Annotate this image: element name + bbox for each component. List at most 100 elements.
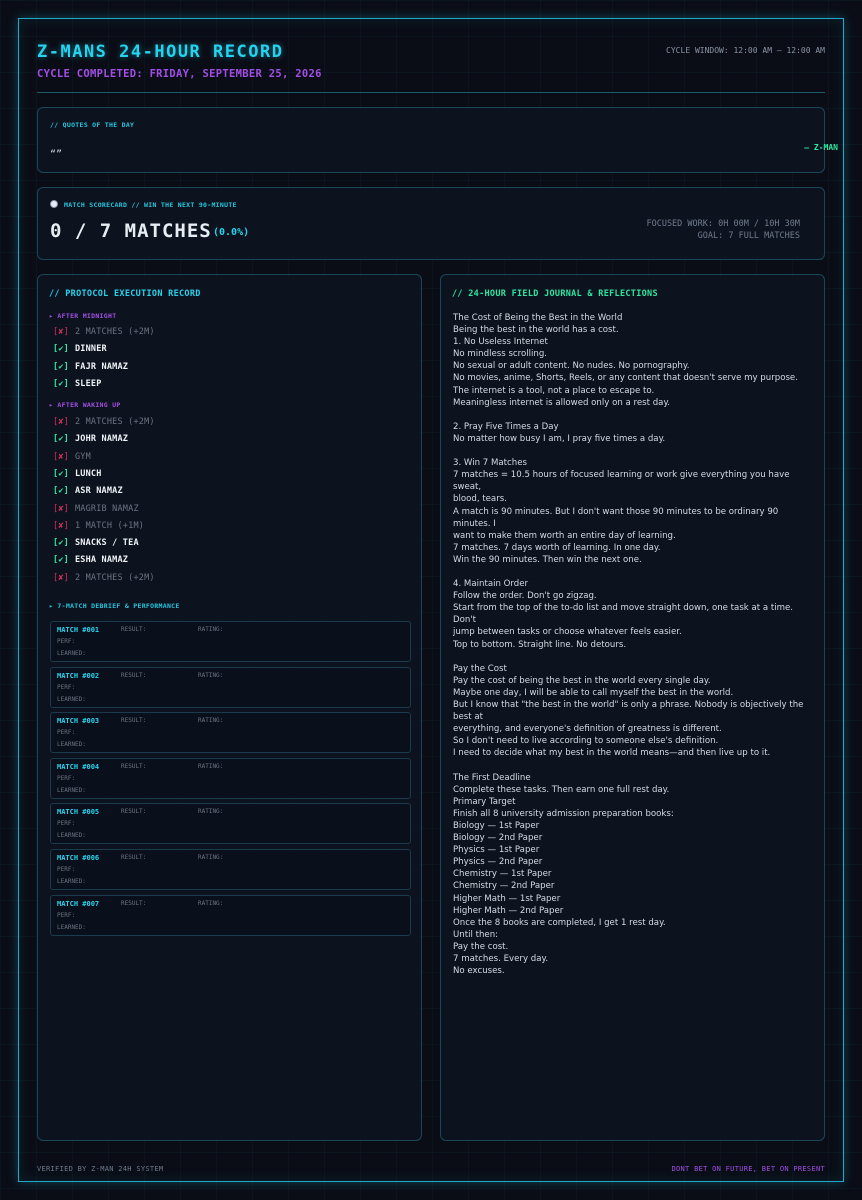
page-title: Z-MANS 24-HOUR RECORD <box>37 42 284 62</box>
quote-author: — Z-MAN <box>804 143 838 152</box>
footer-verified: VERIFIED BY Z-MAN 24H SYSTEM <box>37 1165 164 1173</box>
cross-mark-icon: [✘] <box>53 327 69 337</box>
protocol-panel: // PROTOCOL EXECUTION RECORD ▸ AFTER MID… <box>37 274 422 1141</box>
scorecard-label: MATCH SCORECARD // WIN THE NEXT 90-MINUT… <box>64 201 237 209</box>
journal-line: No movies, anime, Shorts, Reels, or any … <box>453 373 798 384</box>
journal-line: Meaningless internet is allowed only on … <box>453 397 671 408</box>
task-item: [✔] ASR NAMAZ <box>53 486 123 496</box>
match-perf: PERF: <box>57 774 76 782</box>
match-rating: RATING: <box>198 808 224 816</box>
match-result: RESULT: <box>121 717 147 725</box>
task-item: [✔] JOHR NAMAZ <box>53 434 128 444</box>
cross-mark-icon: [✘] <box>53 503 69 514</box>
task-label: ASR NAMAZ <box>74 486 123 497</box>
journal-line: Chemistry — 1st Paper <box>453 869 552 880</box>
focused-work-summary: FOCUSED WORK: 0H 00M / 10H 30M GOAL: 7 F… <box>646 218 800 242</box>
check-mark-icon: [✔] <box>53 555 69 566</box>
task-label: ESHA NAMAZ <box>74 555 129 566</box>
page-subtitle: CYCLE COMPLETED: FRIDAY, SEPTEMBER 25, 2… <box>37 68 322 80</box>
check-mark-icon: [✔] <box>53 434 69 445</box>
cross-mark-icon: [✘] <box>53 520 69 531</box>
task-label: GYM <box>74 451 91 462</box>
task-label: SLEEP <box>74 378 102 389</box>
journal-line: The First Deadline <box>453 772 531 783</box>
goal: GOAL: 7 FULL MATCHES <box>697 231 800 241</box>
quotes-card: // QUOTES OF THE DAY “” <box>37 107 825 173</box>
match-learned: LEARNED: <box>57 832 86 840</box>
journal-line <box>453 566 815 578</box>
protocol-title: // PROTOCOL EXECUTION RECORD <box>49 289 201 299</box>
task-label: DINNER <box>74 344 107 355</box>
section-label: ▸ AFTER MIDNIGHT <box>49 312 117 320</box>
check-mark-icon: [✔] <box>53 468 69 479</box>
match-title: MATCH #002 <box>57 671 100 680</box>
check-mark-icon: [✔] <box>53 538 69 549</box>
match-result: RESULT: <box>121 671 147 679</box>
check-mark-icon: [✔] <box>53 378 69 389</box>
task-label: FAJR NAMAZ <box>74 361 129 372</box>
journal-line: Finish all 8 university admission prepar… <box>453 808 674 819</box>
journal-line <box>453 445 815 457</box>
match-rating: RATING: <box>198 854 224 861</box>
task-item: [✔] SLEEP <box>53 379 102 389</box>
task-item: [✘] MAGRIB NAMAZ <box>53 504 139 514</box>
match-result: RESULT: <box>121 808 147 816</box>
match-learned: LEARNED: <box>57 695 86 703</box>
match-title: MATCH #003 <box>57 717 100 726</box>
journal-line: The Cost of Being the Best in the World <box>453 313 623 323</box>
match-rating: RATING: <box>198 717 224 725</box>
match-rating: RATING: <box>198 899 224 907</box>
task-label: LUNCH <box>74 468 102 479</box>
journal-body: The Cost of Being the Best in the World B… <box>453 312 815 977</box>
match-card: MATCH #006 RESULT: RATING: PERF: LEARNED: <box>50 849 411 890</box>
debrief-label: ▸ 7-MATCH DEBRIEF & PERFORMANCE <box>49 602 180 610</box>
match-learned: LEARNED: <box>57 786 86 794</box>
check-mark-icon: [✔] <box>53 361 69 372</box>
match-learned: LEARNED: <box>57 923 86 931</box>
journal-line: The internet is a tool, not a place to e… <box>453 385 655 396</box>
match-learned: LEARNED: <box>57 650 86 657</box>
task-item: [✘] GYM <box>53 452 91 462</box>
journal-line: So I don't need to live according to som… <box>453 736 719 747</box>
header-divider <box>37 92 825 93</box>
focused-work: FOCUSED WORK: 0H 00M / 10H 30M <box>646 219 800 229</box>
journal-line: jump between tasks or choose whatever fe… <box>453 627 682 638</box>
journal-line: blood, tears. <box>453 494 507 505</box>
journal-line: everything, and everyone's definition of… <box>453 724 722 735</box>
match-card: MATCH #007 RESULT: RATING: PERF: LEARNED: <box>50 894 411 936</box>
match-rating: RATING: <box>198 671 224 679</box>
journal-line: Once the 8 books are completed, I get 1 … <box>453 917 666 928</box>
match-result: RESULT: <box>121 854 147 861</box>
journal-line <box>453 409 815 421</box>
match-score: 0 / 7 MATCHES <box>50 220 212 242</box>
match-title: MATCH #006 <box>57 854 100 862</box>
task-item: [✔] SNACKS / TEA <box>53 538 139 548</box>
journal-line: Being the best in the world has a cost. <box>453 325 619 336</box>
match-card: MATCH #004 RESULT: RATING: PERF: LEARNED: <box>50 757 411 799</box>
match-learned: LEARNED: <box>57 741 86 749</box>
match-perf: PERF: <box>57 683 76 691</box>
match-result: RESULT: <box>121 762 147 770</box>
match-perf: PERF: <box>57 729 76 737</box>
journal-line: 1. No Useless Internet <box>453 337 548 348</box>
journal-line: No excuses. <box>453 966 505 977</box>
journal-panel: // 24-HOUR FIELD JOURNAL & REFLECTIONS T… <box>440 274 825 1141</box>
task-item: [✘] 2 MATCHES (+2M) <box>53 417 155 427</box>
journal-line: Until then: <box>453 929 499 940</box>
match-title: MATCH #007 <box>57 899 100 908</box>
journal-line: A match is 90 minutes. But I don't want … <box>453 506 779 529</box>
task-item: [✔] LUNCH <box>53 469 102 479</box>
journal-line <box>453 651 815 663</box>
task-item: [✘] 2 MATCHES (+2M) <box>53 573 155 583</box>
journal-line: I need to decide what my best in the wor… <box>453 748 771 759</box>
match-perf: PERF: <box>57 866 76 873</box>
journal-line: Complete these tasks. Then earn one full… <box>453 784 670 795</box>
match-learned: LEARNED: <box>57 878 86 885</box>
quotes-label: // QUOTES OF THE DAY <box>50 121 135 129</box>
journal-line: Higher Math — 1st Paper <box>453 893 561 904</box>
task-item: [✘] 2 MATCHES (+2M) <box>53 327 155 337</box>
task-label: 2 MATCHES (+2M) <box>74 327 155 337</box>
scorecard-label-row: MATCH SCORECARD // WIN THE NEXT 90-MINUT… <box>50 200 237 209</box>
match-result: RESULT: <box>121 899 147 907</box>
journal-line: Pay the cost. <box>453 941 509 952</box>
